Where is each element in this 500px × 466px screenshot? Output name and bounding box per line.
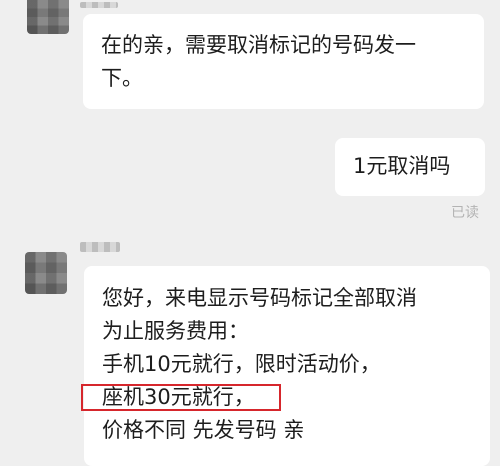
message-text-line: 手机10元就行，限时活动价， [102,352,381,376]
contact-avatar[interactable] [27,0,69,34]
red-highlight-box [81,384,281,411]
contact-avatar[interactable] [25,252,67,294]
message-text: 1元取消吗 [353,154,451,178]
incoming-message-bubble[interactable]: 您好，来电显示号码标记全部取消 为止服务费用： 手机10元就行，限时活动价， 座… [84,266,490,466]
sender-name-blurred [80,2,118,8]
outgoing-message-bubble[interactable]: 1元取消吗 [335,138,485,196]
message-text-line: 您好，来电显示号码标记全部取消 [102,286,417,310]
message-text-line: 在的亲，需要取消标记的号码发一 [101,33,416,57]
sender-name-blurred [80,242,120,252]
message-text-line: 价格不同 先发号码 亲 [102,418,305,442]
message-text-line: 下。 [101,66,143,90]
message-text-line: 为止服务费用： [102,319,249,343]
read-status: 已读 [451,205,479,221]
chat-window: 在的亲，需要取消标记的号码发一 下。 1元取消吗 已读 您好，来电显示号码标记全… [0,0,500,466]
incoming-message-bubble[interactable]: 在的亲，需要取消标记的号码发一 下。 [83,14,484,109]
